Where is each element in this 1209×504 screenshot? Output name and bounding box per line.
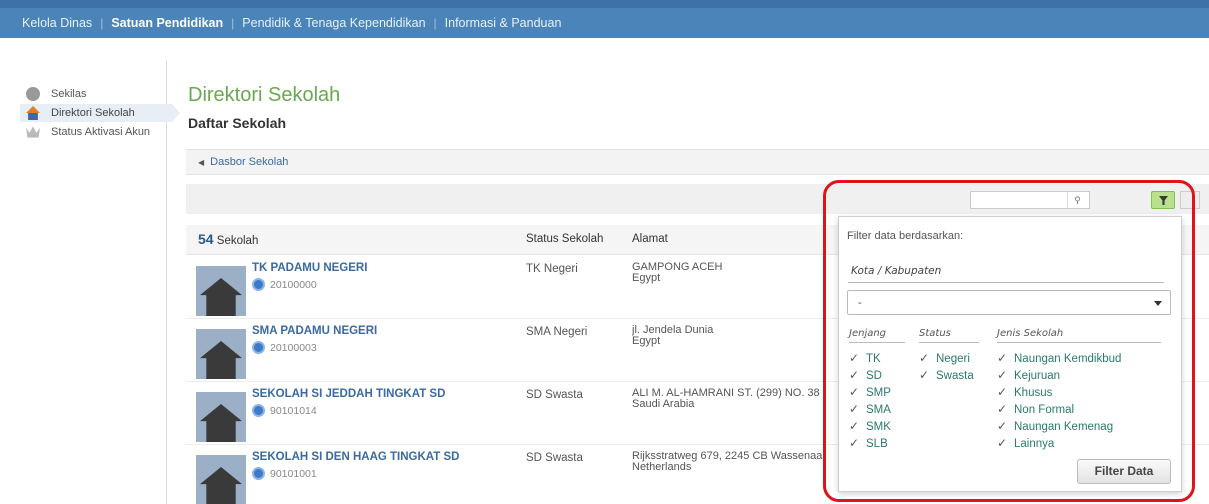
- address-line-2: Egypt: [632, 272, 661, 284]
- npsn: 90101001: [270, 467, 317, 480]
- npsn: 20100000: [270, 278, 317, 291]
- address-line-1: jl. Jendela Dunia: [632, 325, 714, 336]
- address-line-1: GAMPONG ACEH: [632, 262, 723, 273]
- nav-satuan-pendidikan[interactable]: Satuan Pendidikan: [103, 16, 231, 30]
- school-code: 90101001: [252, 467, 317, 480]
- tut-wuri-badge-icon: [252, 404, 265, 417]
- house-icon: [200, 341, 242, 379]
- breadcrumb: ◀ Dasbor Sekolah: [186, 149, 1209, 175]
- school-address: GAMPONG ACEH Egypt: [632, 262, 826, 284]
- crown-icon: [26, 126, 40, 138]
- home-icon: [26, 106, 40, 120]
- npsn: 90101014: [270, 404, 317, 417]
- school-image: [196, 392, 246, 442]
- house-icon: [200, 278, 242, 316]
- sidebar: Sekilas Direktori Sekolah Status Aktivas…: [0, 60, 180, 504]
- sidebar-item-label: Direktori Sekolah: [51, 107, 135, 119]
- top-navigation: Kelola Dinas | Satuan Pendidikan | Pendi…: [0, 0, 1209, 38]
- nav-informasi-panduan[interactable]: Informasi & Panduan: [437, 16, 570, 30]
- house-icon: [200, 467, 242, 504]
- npsn: 20100003: [270, 341, 317, 354]
- school-address: ALI M. AL-HAMRANI ST. (299) NO. 38 Saudi …: [632, 388, 826, 410]
- tut-wuri-badge-icon: [252, 467, 265, 480]
- school-status: SMA Negeri: [526, 326, 588, 338]
- nav-kelola-dinas[interactable]: Kelola Dinas: [14, 16, 100, 30]
- page-title: Direktori Sekolah: [188, 84, 341, 106]
- address-line-2: Netherlands: [632, 461, 692, 473]
- school-status: TK Negeri: [526, 263, 578, 275]
- school-name-link[interactable]: SMA PADAMU NEGERI: [252, 325, 377, 337]
- sidebar-item-status-aktivasi[interactable]: Status Aktivasi Akun: [26, 123, 150, 141]
- school-name-link[interactable]: TK PADAMU NEGERI: [252, 262, 367, 274]
- school-name-link[interactable]: SEKOLAH SI JEDDAH TINGKAT SD: [252, 388, 445, 400]
- column-header-address: Alamat: [632, 233, 668, 245]
- school-status: SD Swasta: [526, 389, 583, 401]
- school-status: SD Swasta: [526, 452, 583, 464]
- address-line-2: Saudi Arabia: [632, 398, 695, 410]
- school-count: 54 Sekolah: [198, 231, 258, 247]
- school-image: [196, 266, 246, 316]
- sidebar-item-direktori-sekolah[interactable]: Direktori Sekolah: [20, 104, 180, 122]
- nav-pendidik-tenaga[interactable]: Pendidik & Tenaga Kependidikan: [234, 16, 433, 30]
- school-name-link[interactable]: SEKOLAH SI DEN HAAG TINGKAT SD: [252, 451, 459, 463]
- school-code: 90101014: [252, 404, 317, 417]
- annotation-highlight: [823, 180, 1195, 502]
- column-header-status: Status Sekolah: [526, 233, 604, 245]
- school-address: jl. Jendela Dunia Egypt: [632, 325, 826, 347]
- tut-wuri-badge-icon: [252, 341, 265, 354]
- school-image: [196, 455, 246, 504]
- school-count-label: Sekolah: [216, 235, 259, 247]
- sidebar-item-label: Sekilas: [51, 88, 87, 100]
- sidebar-item-sekilas[interactable]: Sekilas: [26, 85, 86, 103]
- school-image: [196, 329, 246, 379]
- back-arrow-icon: ◀: [198, 157, 205, 167]
- info-icon: [26, 87, 40, 101]
- address-line-2: Egypt: [632, 335, 661, 347]
- breadcrumb-link[interactable]: Dasbor Sekolah: [210, 156, 288, 168]
- school-address: Rijksstratweg 679, 2245 CB Wassenaar Neth…: [632, 451, 826, 473]
- school-code: 20100003: [252, 341, 317, 354]
- page-subtitle: Daftar Sekolah: [188, 115, 287, 131]
- house-icon: [200, 404, 242, 442]
- sidebar-item-label: Status Aktivasi Akun: [51, 126, 151, 138]
- school-code: 20100000: [252, 278, 317, 291]
- tut-wuri-badge-icon: [252, 278, 265, 291]
- school-count-number: 54: [198, 231, 214, 247]
